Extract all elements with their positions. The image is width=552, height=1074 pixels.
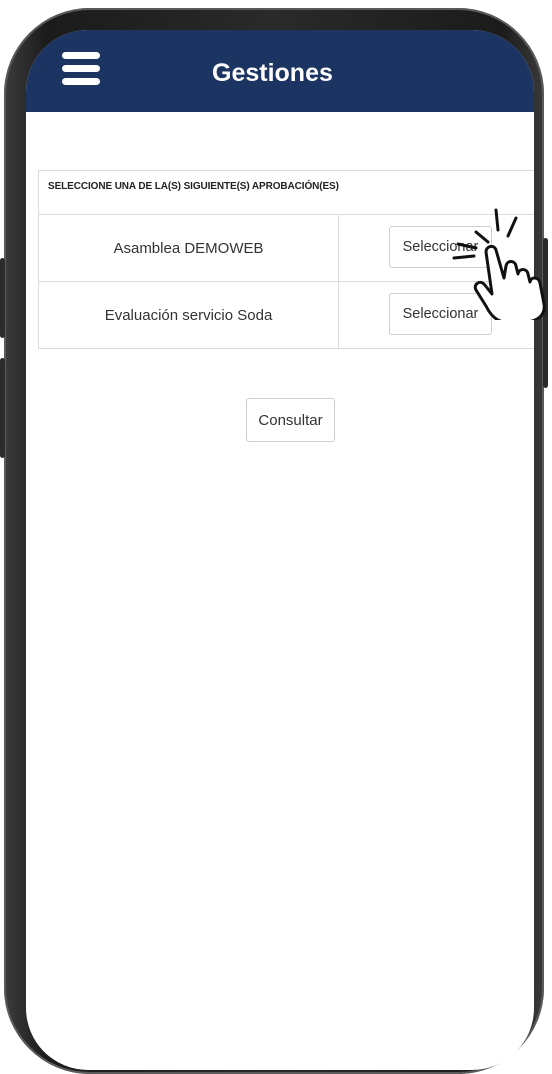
phone-frame: Gestiones SELECCIONE UNA DE LA(S) SIGUIE… — [0, 8, 548, 1074]
phone-screen: Gestiones SELECCIONE UNA DE LA(S) SIGUIE… — [26, 30, 534, 1070]
tapping-hand-icon — [452, 208, 546, 320]
phone-side-button — [0, 358, 5, 458]
consult-button[interactable]: Consultar — [246, 398, 335, 442]
app-header: Gestiones — [26, 30, 534, 112]
approval-name: Evaluación servicio Soda — [39, 282, 339, 348]
approval-name: Asamblea DEMOWEB — [39, 215, 339, 281]
phone-side-button — [0, 258, 5, 338]
hamburger-menu-icon[interactable] — [62, 52, 100, 86]
page-title: Gestiones — [212, 59, 333, 87]
